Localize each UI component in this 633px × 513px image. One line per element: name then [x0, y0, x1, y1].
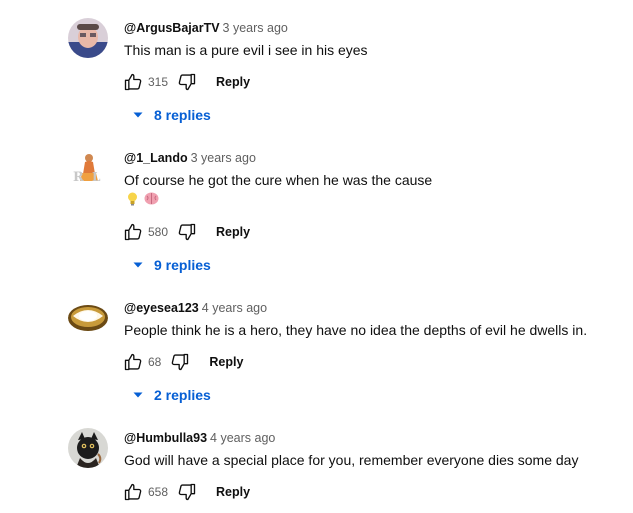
comment-header: @Humbulla93 4 years ago: [124, 430, 275, 446]
avatar[interactable]: [68, 298, 108, 338]
like-button[interactable]: [122, 351, 144, 373]
replies-count-label: 2 replies: [154, 387, 211, 403]
view-replies-button[interactable]: 9 replies: [132, 255, 211, 275]
thumb-down-icon: [172, 353, 189, 371]
brain-emoji: [144, 192, 159, 205]
reply-button[interactable]: Reply: [216, 485, 250, 499]
caret-down-icon: [133, 112, 143, 118]
comment-actions: 315 Reply: [122, 71, 250, 93]
avatar[interactable]: R L: [68, 148, 108, 188]
comment-text: This man is a pure evil i see in his eye…: [124, 42, 368, 58]
thumb-down-icon: [178, 483, 196, 501]
comment-text: God will have a special place for you, r…: [124, 452, 579, 468]
comment-actions: 580 Reply: [122, 221, 250, 243]
caret-down-icon: [133, 262, 143, 268]
like-count: 580: [148, 225, 169, 239]
like-count: 658: [148, 485, 169, 499]
comment-time[interactable]: 4 years ago: [210, 431, 275, 445]
like-button[interactable]: [122, 221, 144, 243]
comment-author[interactable]: @ArgusBajarTV: [124, 21, 220, 35]
reply-button[interactable]: Reply: [209, 355, 243, 369]
comment-author[interactable]: @Humbulla93: [124, 431, 207, 445]
thumb-down-icon: [178, 73, 196, 91]
comment-header: @1_Lando 3 years ago: [124, 150, 256, 166]
comment-author[interactable]: @1_Lando: [124, 151, 188, 165]
dislike-button[interactable]: [176, 71, 198, 93]
replies-count-label: 9 replies: [154, 257, 211, 273]
comment-actions: 658 Reply: [122, 481, 250, 503]
like-count: 315: [148, 75, 169, 89]
svg-text:R: R: [73, 170, 84, 185]
thumb-up-icon: [124, 353, 142, 371]
view-replies-button[interactable]: 2 replies: [132, 385, 211, 405]
comment-text: People think he is a hero, they have no …: [124, 322, 588, 338]
thumb-up-icon: [124, 483, 142, 501]
view-replies-button[interactable]: 8 replies: [132, 105, 211, 125]
comment-text: Of course he got the cure when he was th…: [124, 172, 433, 188]
lightbulb-emoji: [128, 192, 137, 206]
comment-author[interactable]: @eyesea123: [124, 301, 199, 315]
dislike-button[interactable]: [176, 481, 198, 503]
avatar[interactable]: [68, 18, 108, 58]
dislike-button[interactable]: [169, 351, 191, 373]
svg-text:L: L: [92, 170, 101, 184]
comment-header: @ArgusBajarTV 3 years ago: [124, 20, 288, 36]
thumb-down-icon: [178, 223, 196, 241]
like-count: 68: [148, 355, 162, 369]
thumb-up-icon: [124, 73, 142, 91]
comment-emojis: [127, 192, 159, 206]
dislike-button[interactable]: [176, 221, 198, 243]
like-button[interactable]: [122, 481, 144, 503]
comment-time[interactable]: 3 years ago: [191, 151, 256, 165]
comment-time[interactable]: 3 years ago: [223, 21, 288, 35]
thumb-up-icon: [124, 223, 142, 241]
comment-actions: 68 Reply: [122, 351, 243, 373]
comment-header: @eyesea123 4 years ago: [124, 300, 267, 316]
reply-button[interactable]: Reply: [216, 225, 250, 239]
comment-time[interactable]: 4 years ago: [202, 301, 267, 315]
like-button[interactable]: [122, 71, 144, 93]
replies-count-label: 8 replies: [154, 107, 211, 123]
reply-button[interactable]: Reply: [216, 75, 250, 89]
avatar[interactable]: [68, 428, 108, 468]
caret-down-icon: [133, 392, 143, 398]
